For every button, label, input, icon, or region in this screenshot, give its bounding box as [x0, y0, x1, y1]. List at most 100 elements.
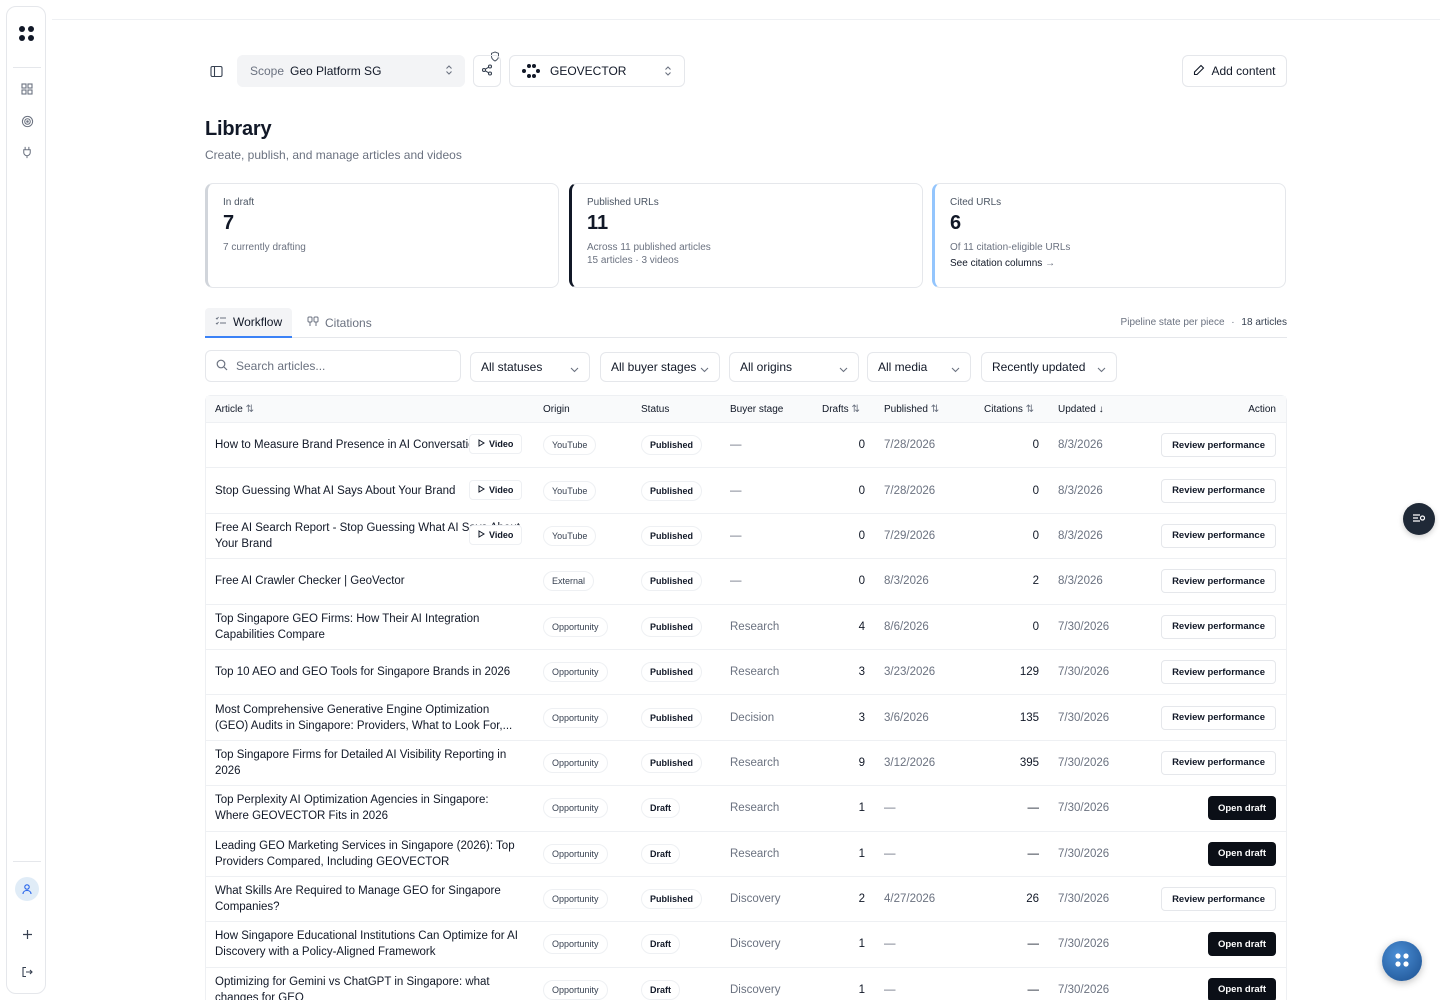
toolbar: Scope Geo Platform SG GEOVECTOR Add cont…: [205, 51, 1287, 87]
article-title[interactable]: Leading GEO Marketing Services in Singap…: [215, 838, 525, 870]
tab-workflow[interactable]: Workflow: [205, 308, 293, 338]
brand-selector[interactable]: GEOVECTOR: [509, 55, 685, 87]
published-date: 8/6/2026: [884, 620, 929, 633]
table-row[interactable]: Free AI Search Report - Stop Guessing Wh…: [206, 514, 1286, 560]
table-body: How to Measure Brand Presence in AI Conv…: [206, 423, 1286, 1000]
sort-select[interactable]: Recently updated: [981, 352, 1117, 382]
media-filter[interactable]: All media: [867, 352, 971, 382]
review-performance-button[interactable]: Review performance: [1161, 887, 1276, 912]
open-draft-button[interactable]: Open draft: [1207, 796, 1276, 821]
table-row[interactable]: Top Singapore GEO Firms: How Their AI In…: [206, 605, 1286, 650]
stat-card-draft: In draft 7 7 currently drafting: [205, 183, 559, 288]
table-row[interactable]: Stop Guessing What AI Says About Your Br…: [206, 468, 1286, 514]
chevron-down-icon: [951, 362, 960, 376]
chevron-down-icon: [570, 362, 579, 376]
review-performance-button[interactable]: Review performance: [1161, 433, 1276, 458]
published-date: 3/6/2026: [884, 711, 929, 724]
published-date: 7/28/2026: [884, 439, 936, 452]
article-title[interactable]: Top Singapore Firms for Detailed AI Visi…: [215, 747, 525, 779]
review-performance-button[interactable]: Review performance: [1161, 523, 1276, 548]
status-badge: Draft: [641, 934, 681, 955]
table-row[interactable]: How to Measure Brand Presence in AI Conv…: [206, 423, 1286, 469]
origin-badge: Opportunity: [543, 843, 608, 864]
published-date: 3/23/2026: [884, 666, 936, 679]
review-performance-button[interactable]: Review performance: [1161, 705, 1276, 730]
quote-icon: [307, 316, 319, 330]
share-button[interactable]: [473, 55, 501, 87]
article-title[interactable]: Top 10 AEO and GEO Tools for Singapore B…: [215, 664, 525, 680]
origin-badge: Opportunity: [543, 616, 608, 637]
buyer-stage-filter[interactable]: All buyer stages: [600, 352, 720, 382]
article-title[interactable]: Top Singapore GEO Firms: How Their AI In…: [215, 611, 525, 643]
avatar[interactable]: [15, 877, 39, 901]
review-performance-button[interactable]: Review performance: [1161, 660, 1276, 685]
chevron-down-icon: [839, 362, 848, 376]
scope-selector[interactable]: Scope Geo Platform SG: [237, 55, 465, 87]
status-badge: Published: [641, 435, 703, 456]
buyer-stage-value: Research: [730, 802, 780, 815]
table-row[interactable]: Optimizing for Gemini vs ChatGPT in Sing…: [206, 968, 1286, 1000]
top-divider: [52, 19, 1440, 20]
review-performance-button[interactable]: Review performance: [1161, 569, 1276, 594]
brand-logo-icon: [522, 64, 540, 78]
rail-divider: [13, 861, 41, 862]
article-title[interactable]: What Skills Are Required to Manage GEO f…: [215, 883, 525, 915]
article-title[interactable]: Most Comprehensive Generative Engine Opt…: [215, 702, 525, 734]
sidebar-toggle-icon[interactable]: [205, 60, 227, 82]
table-row[interactable]: Free AI Crawler Checker | GeoVector Exter…: [206, 559, 1286, 605]
table-row[interactable]: What Skills Are Required to Manage GEO f…: [206, 877, 1286, 923]
plug-icon[interactable]: [18, 143, 36, 161]
dashboard-grid-icon[interactable]: [18, 80, 36, 98]
drafts-count: 0: [858, 439, 865, 452]
play-icon: [478, 439, 485, 449]
review-performance-button[interactable]: Review performance: [1161, 614, 1276, 639]
col-citations[interactable]: Citations ⇅: [984, 404, 1034, 415]
open-draft-button[interactable]: Open draft: [1207, 932, 1276, 957]
article-title[interactable]: Top Perplexity AI Optimization Agencies …: [215, 792, 525, 824]
add-content-button[interactable]: Add content: [1182, 55, 1287, 87]
col-drafts[interactable]: Drafts ⇅: [822, 404, 860, 415]
pipeline-meta: Pipeline state per piece · 18 articles: [1120, 317, 1287, 328]
articles-table: Article ⇅ Origin Status Buyer stage Draf…: [205, 395, 1287, 1000]
table-row[interactable]: Top 10 AEO and GEO Tools for Singapore B…: [206, 650, 1286, 696]
logout-icon[interactable]: [18, 963, 36, 981]
col-article[interactable]: Article ⇅: [215, 404, 254, 415]
status-filter[interactable]: All statuses: [470, 352, 590, 382]
table-row[interactable]: Most Comprehensive Generative Engine Opt…: [206, 695, 1286, 741]
target-icon[interactable]: [18, 112, 36, 130]
col-updated[interactable]: Updated ↓: [1058, 404, 1104, 415]
assistant-chat-button[interactable]: [1382, 941, 1422, 981]
origin-filter[interactable]: All origins: [729, 352, 859, 382]
scope-label: Scope: [250, 64, 285, 78]
published-date: 4/27/2026: [884, 893, 936, 906]
table-row[interactable]: Top Perplexity AI Optimization Agencies …: [206, 786, 1286, 832]
table-row[interactable]: Top Singapore Firms for Detailed AI Visi…: [206, 741, 1286, 787]
origin-badge: Opportunity: [543, 662, 608, 683]
tab-citations[interactable]: Citations: [297, 308, 382, 338]
table-row[interactable]: How Singapore Educational Institutions C…: [206, 922, 1286, 968]
article-title[interactable]: How Singapore Educational Institutions C…: [215, 928, 525, 960]
col-published[interactable]: Published ⇅: [884, 404, 939, 415]
origin-badge: YouTube: [543, 435, 597, 456]
review-performance-button[interactable]: Review performance: [1161, 750, 1276, 775]
citations-count: 0: [1032, 620, 1039, 633]
origin-badge: Opportunity: [543, 707, 608, 728]
article-title[interactable]: Free AI Crawler Checker | GeoVector: [215, 573, 525, 589]
open-draft-button[interactable]: Open draft: [1207, 841, 1276, 866]
status-badge: Published: [641, 889, 703, 910]
table-row[interactable]: Leading GEO Marketing Services in Singap…: [206, 832, 1286, 877]
page-title: Library: [205, 118, 272, 140]
sort-icon: ⇅: [1022, 404, 1035, 415]
plus-icon[interactable]: [18, 925, 36, 943]
col-action: Action: [1248, 404, 1276, 415]
article-title[interactable]: Optimizing for Gemini vs ChatGPT in Sing…: [215, 974, 525, 1000]
updated-date: 7/30/2026: [1058, 802, 1110, 815]
updated-date: 8/3/2026: [1058, 439, 1103, 452]
stat-card-cited: Cited URLs 6 Of 11 citation-eligible URL…: [932, 183, 1286, 288]
app-logo[interactable]: [19, 26, 35, 42]
open-draft-button[interactable]: Open draft: [1207, 977, 1276, 1000]
search-input[interactable]: [236, 359, 436, 373]
side-panel-toggle-button[interactable]: [1403, 503, 1435, 535]
citation-columns-link[interactable]: See citation columns →: [950, 258, 1270, 269]
review-performance-button[interactable]: Review performance: [1161, 478, 1276, 503]
